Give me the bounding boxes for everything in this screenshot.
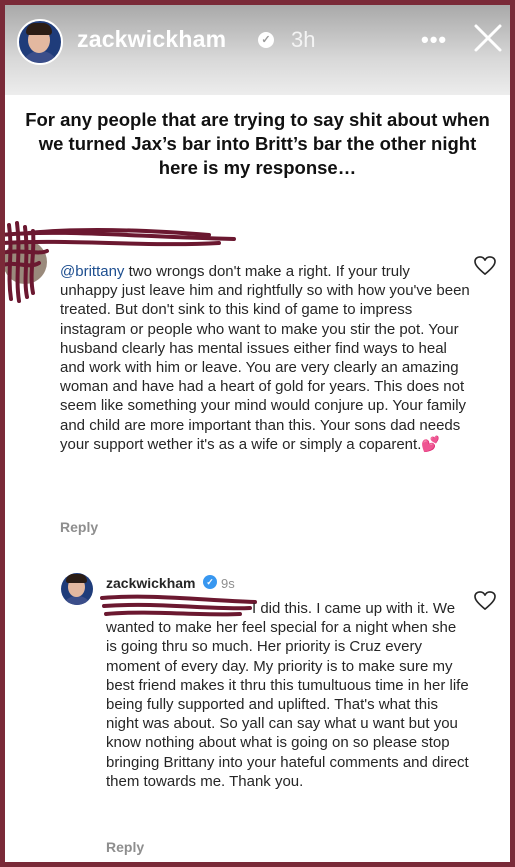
story-username[interactable]: zackwickham	[77, 26, 226, 53]
story-headline: For any people that are trying to say sh…	[25, 109, 490, 178]
reply-avatar[interactable]	[61, 573, 93, 605]
like-heart-icon[interactable]	[474, 256, 496, 276]
avatar-shirt	[21, 51, 59, 63]
profile-avatar[interactable]	[17, 19, 63, 65]
user-mention[interactable]: @brittany	[60, 263, 124, 280]
reply-button[interactable]: Reply	[60, 519, 98, 535]
reply-body: I did this. I came up with it. We wanted…	[106, 600, 469, 790]
verified-icon: ✓	[258, 32, 274, 48]
comment-text: two wrongs don't make a right. If your t…	[60, 263, 470, 453]
reply-button[interactable]: Reply	[106, 839, 144, 855]
avatar-hair	[26, 23, 52, 35]
close-icon[interactable]	[471, 21, 505, 55]
story-frame: zackwickham ✓ 3h ••• For any people that…	[5, 5, 510, 862]
comment-body: @brittany two wrongs don't make a right.…	[60, 262, 470, 454]
avatar-hair	[66, 574, 87, 583]
story-time: 3h	[291, 27, 316, 52]
verified-badge-icon: ✓	[203, 575, 217, 589]
more-options-icon[interactable]: •••	[421, 27, 447, 53]
like-heart-icon[interactable]	[474, 591, 496, 611]
avatar-shirt	[62, 596, 92, 605]
